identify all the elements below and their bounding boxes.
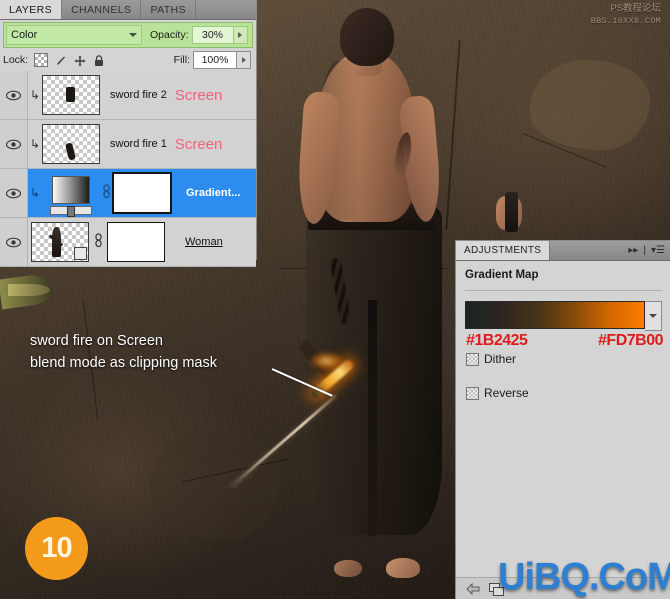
gradient-preview [52,175,90,204]
panel-divider: | [643,245,647,256]
reverse-label: Reverse [484,386,529,400]
clipping-mask-arrow-icon: ↳ [29,186,41,200]
layer-mask-thumbnail[interactable] [107,222,165,262]
layer-thumbnail[interactable] [31,222,89,262]
fill-stepper-button[interactable] [237,51,251,69]
lock-transparency-icon[interactable] [34,53,49,67]
step-number-badge: 10 [25,517,88,580]
layer-visibility-toggle[interactable] [0,71,28,119]
panel-controls: ▸▸ | ▾☰ [628,241,670,260]
layer-row-gradient-map[interactable]: ↳ Gradient... [0,169,256,218]
lock-bar: Lock: Fill: 100% [3,49,253,71]
layer-list: ↳ sword fire 2 Screen ↳ sword fire 1 Scr… [0,71,256,267]
dither-row[interactable]: Dither [466,352,670,366]
dither-checkbox[interactable] [466,352,479,366]
tab-strip-filler [195,0,256,19]
tab-adjustments[interactable]: ADJUSTMENTS [456,241,551,260]
layer-name: sword fire 1 [110,138,167,150]
layer-visibility-toggle[interactable] [0,218,28,266]
layer-mode-tag: Screen [174,135,223,153]
gradient-map-thumbnail[interactable] [42,172,100,217]
figure-head [340,8,394,66]
panel-divider-rule [465,290,662,291]
layer-mode-tag: Screen [174,86,223,104]
figure-held-object [505,192,518,232]
wall-patch [150,430,280,540]
figure-leg-split [368,300,377,536]
link-mask-icon[interactable] [92,233,104,251]
layers-panel: LAYERS CHANNELS PATHS Color Opacity: 30%… [0,0,257,267]
triangle-right-icon [241,57,246,63]
chevron-down-icon [129,33,137,37]
triangle-right-icon [238,32,243,38]
layer-thumbnail[interactable] [42,75,100,115]
opacity-stepper-button[interactable] [233,26,248,44]
blend-mode-select[interactable]: Color [6,25,142,45]
layer-mask-thumbnail[interactable] [112,172,172,214]
lock-label: Lock: [3,54,29,66]
gradient-hex-labels: #1B2425 #FD7B00 [466,332,663,350]
tab-channels[interactable]: CHANNELS [62,0,142,19]
opacity-input[interactable]: 30% [191,26,234,44]
adjustment-title: Gradient Map [465,269,539,281]
layer-visibility-toggle[interactable] [0,120,28,168]
layer-row-sword-fire-2[interactable]: ↳ sword fire 2 Screen [0,71,256,120]
lock-position-icon[interactable] [74,54,86,67]
reverse-checkbox[interactable] [466,386,479,400]
lock-icon-group [34,53,105,67]
gradient-slider-knob [67,205,75,217]
watermark-bottom: UiBQ.CoM [498,556,670,598]
layer-row-woman[interactable]: Woman [0,218,256,267]
figure-right-foot [334,560,362,577]
gradient-end-hex: #FD7B00 [598,332,663,349]
smart-object-badge-icon [74,247,87,260]
layer-row-sword-fire-1[interactable]: ↳ sword fire 1 Screen [0,120,256,169]
lock-image-icon[interactable] [55,54,67,66]
lock-all-icon[interactable] [93,54,105,66]
watermark-top-line1: PS教程论坛 [610,3,661,14]
dither-label: Dither [484,352,517,366]
panel-menu-icon[interactable]: ▾☰ [651,245,665,256]
fill-label: Fill: [173,54,190,66]
layer-name: Woman [185,236,223,248]
adjustments-panel: ADJUSTMENTS ▸▸ | ▾☰ Gradient Map #1B2425… [455,240,670,599]
reverse-row[interactable]: Reverse [466,386,670,400]
eye-icon [6,237,21,247]
panel-tab-strip: LAYERS CHANNELS PATHS [0,0,256,20]
annotation-line-2: blend mode as clipping mask [30,355,217,372]
layer-visibility-toggle[interactable] [0,169,28,217]
gradient-slider [50,205,92,217]
fill-input[interactable]: 100% [193,51,237,69]
blend-mode-value: Color [11,29,38,41]
clipping-mask-arrow-icon: ↳ [29,88,41,102]
decorative-leaf-highlight [8,284,50,296]
gradient-preset-dropdown[interactable] [645,301,662,331]
tutorial-annotation: sword fire on Screen blend mode as clipp… [30,330,330,375]
screenshot-root: LAYERS CHANNELS PATHS Color Opacity: 30%… [0,0,670,599]
chevron-down-icon [649,314,657,318]
watermark-top-line2: BBS.16XX8.COM [590,15,661,26]
eye-icon [6,139,21,149]
blend-mode-bar: Color Opacity: 30% [3,22,253,48]
layer-name: Gradient... [186,187,241,199]
watermark-top: PS教程论坛 BBS.16XX8.COM [591,3,661,27]
gradient-start-hex: #1B2425 [466,332,528,349]
back-arrow-icon[interactable] [465,583,480,596]
link-mask-icon[interactable] [100,184,112,202]
layer-thumbnail[interactable] [42,124,100,164]
annotation-line-1: sword fire on Screen [30,333,163,349]
layer-name: sword fire 2 [110,89,167,101]
figure-left-foot [386,558,420,578]
eye-icon [6,90,21,100]
opacity-label: Opacity: [150,29,189,41]
gradient-editor-row [465,301,662,331]
eye-icon [6,188,21,198]
double-chevron-right-icon[interactable]: ▸▸ [628,245,638,256]
adjustments-tab-strip: ADJUSTMENTS ▸▸ | ▾☰ [456,241,670,261]
gradient-bar[interactable] [465,301,645,329]
clipping-mask-arrow-icon: ↳ [29,137,41,151]
tab-paths[interactable]: PATHS [141,0,196,19]
wall-patch [530,60,650,150]
tab-layers[interactable]: LAYERS [0,0,63,19]
